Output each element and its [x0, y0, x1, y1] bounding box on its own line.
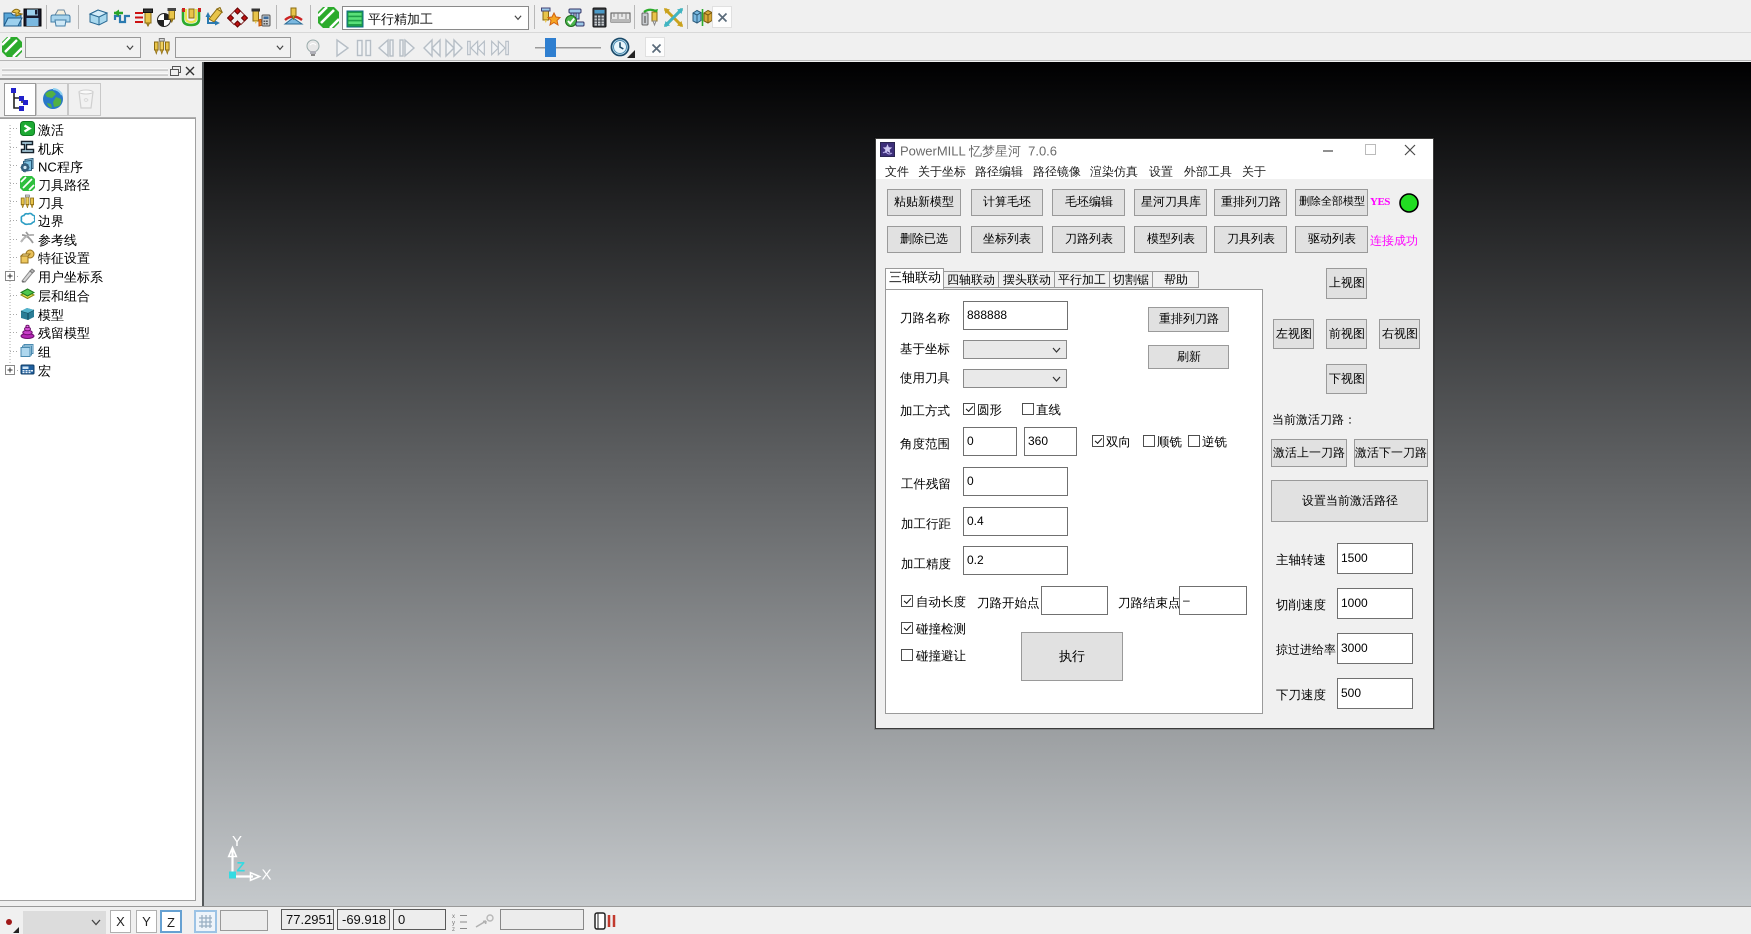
- svg-text:Z: Z: [237, 859, 246, 875]
- svg-text:z: z: [452, 927, 455, 932]
- svg-text:Y: Y: [232, 833, 242, 850]
- svg-text:y: y: [452, 921, 455, 927]
- svg-text:x: x: [452, 914, 455, 920]
- svg-text:X: X: [262, 867, 272, 883]
